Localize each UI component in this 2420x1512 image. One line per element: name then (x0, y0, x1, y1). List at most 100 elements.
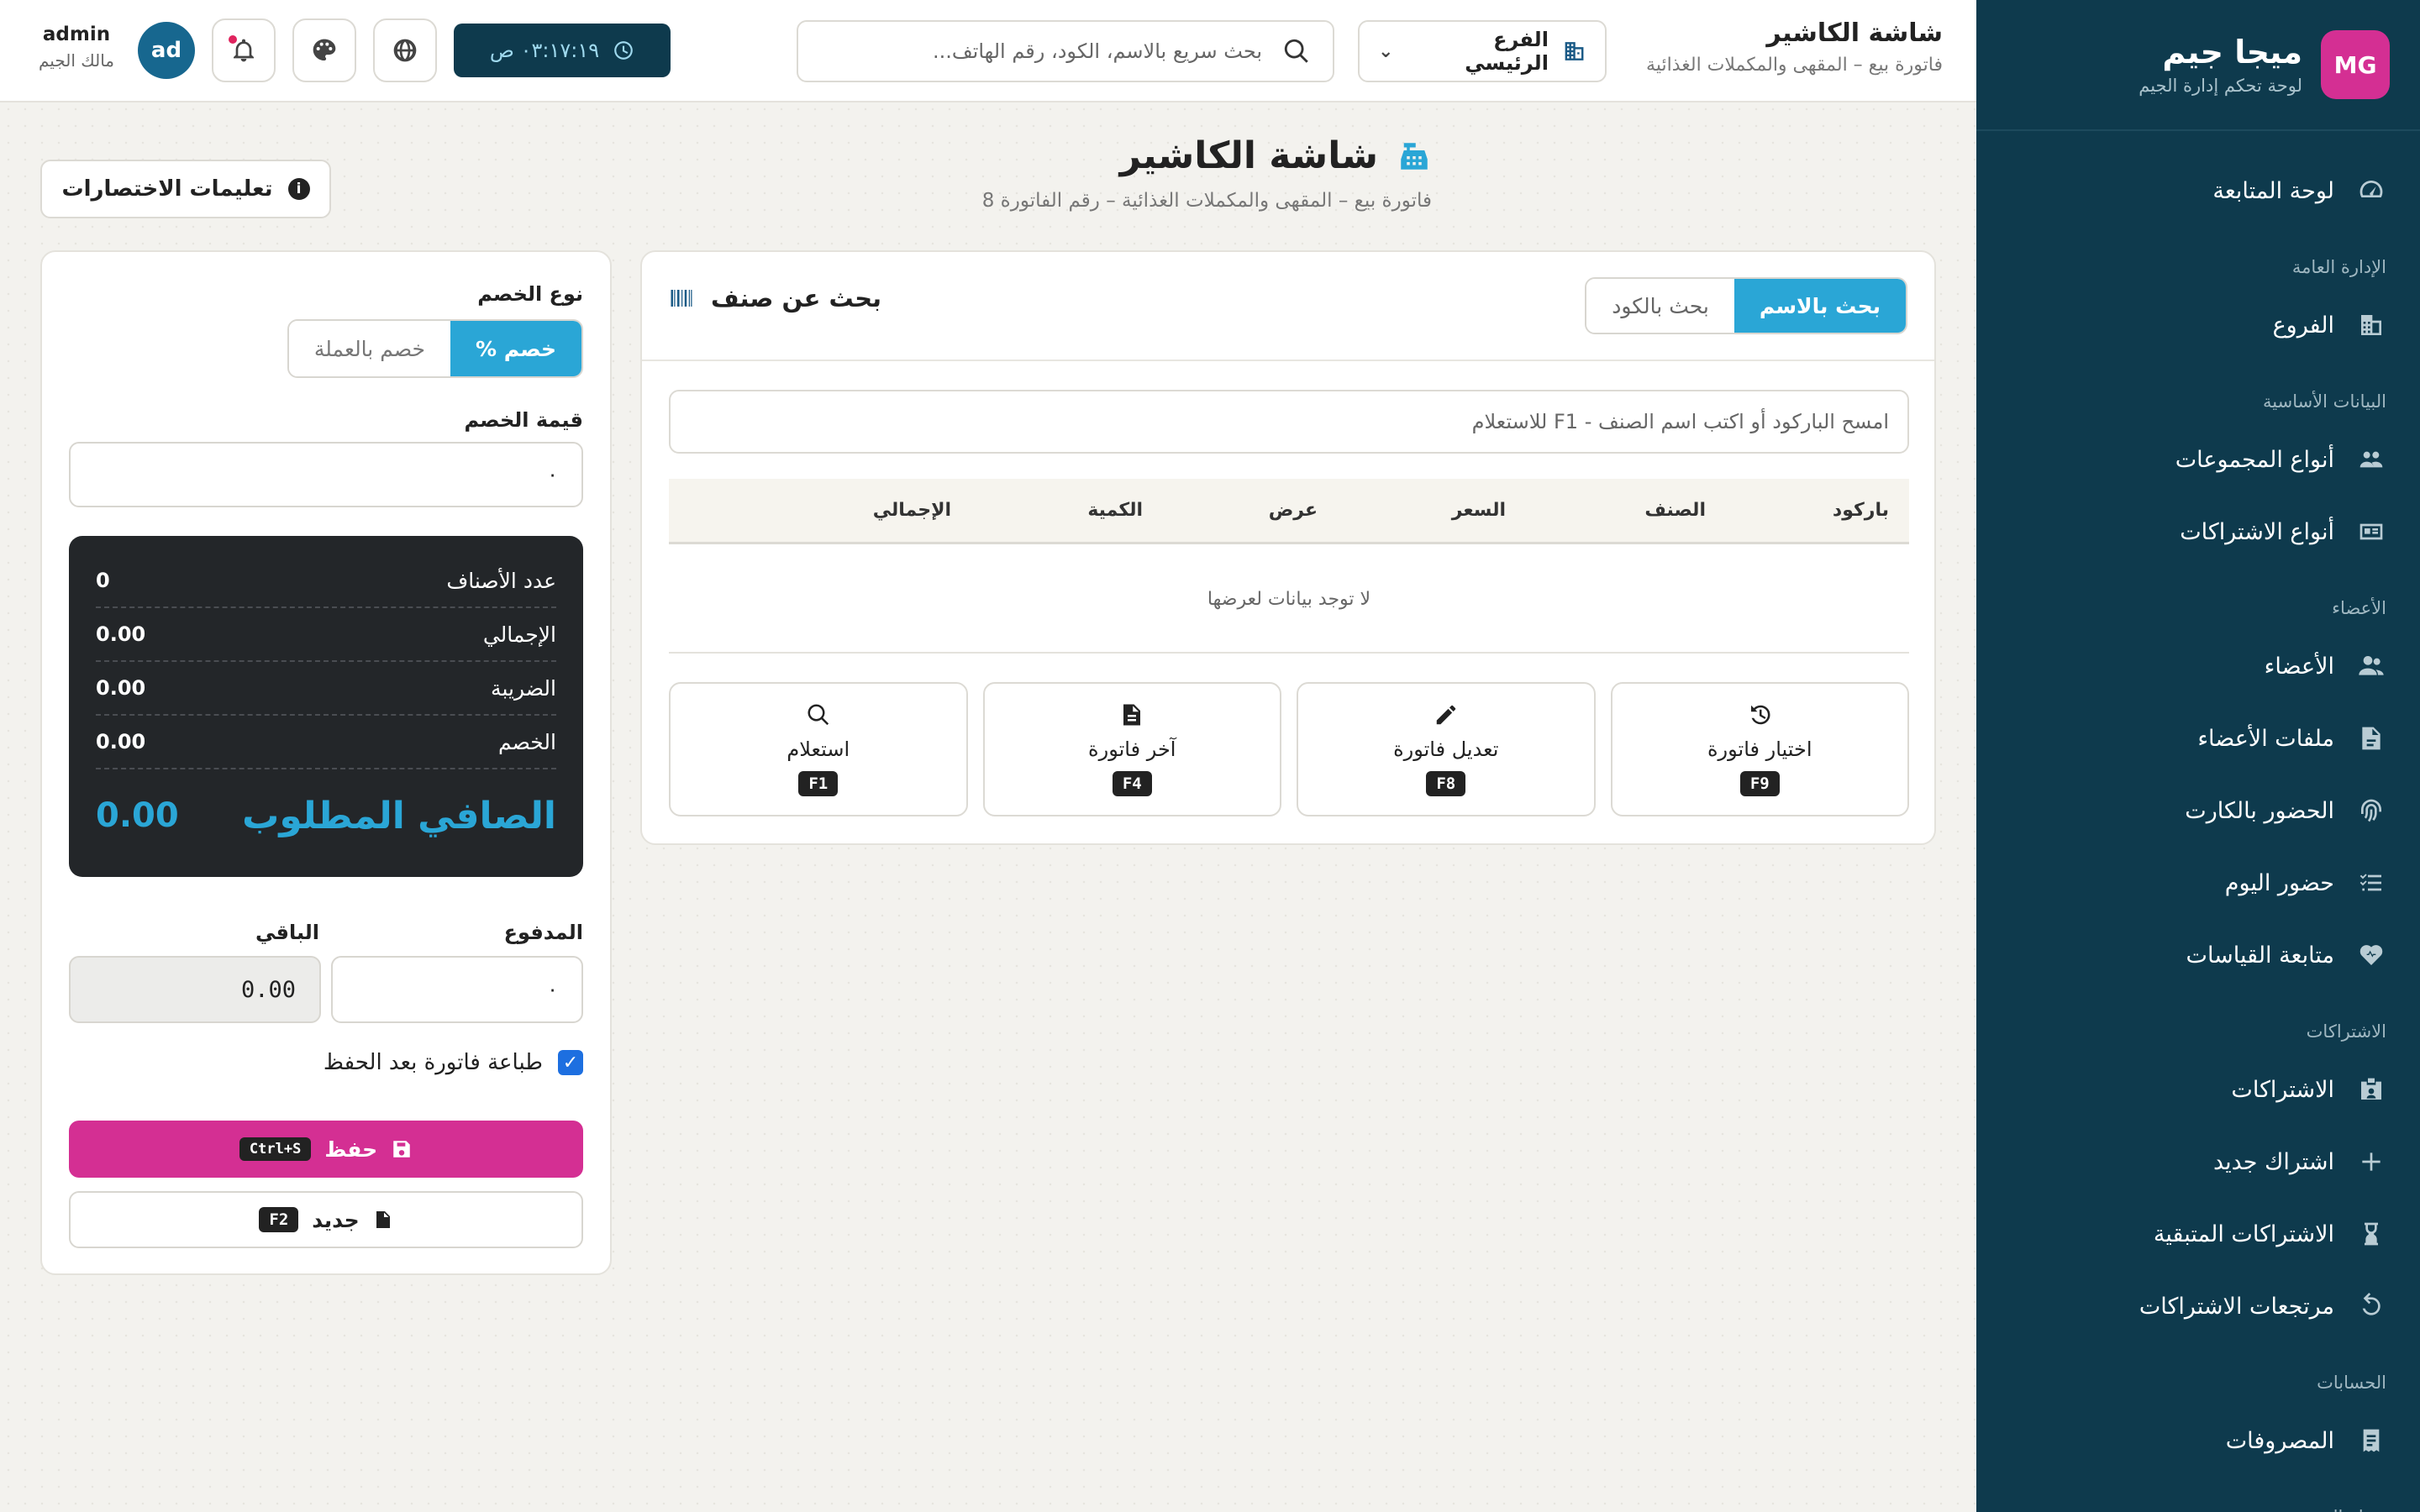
discount-percent-option[interactable]: خصم % (450, 321, 581, 376)
new-invoice-label: جديد (312, 1207, 360, 1232)
items-table-empty: لا توجد بيانات لعرضها (669, 546, 1909, 654)
tab-search-by-code[interactable]: بحث بالكود (1586, 279, 1734, 333)
summary-discount-label: الخصم (497, 729, 556, 754)
summary-net-label: الصافي المطلوب (242, 794, 556, 837)
sidebar-item[interactable]: ملفات الأعضاء (2010, 702, 2386, 774)
history-icon (1751, 705, 1770, 725)
discount-type-label: نوع الخصم (477, 282, 583, 306)
brand-logo: MG (2321, 30, 2390, 99)
save-button[interactable]: حفظ Ctrl+S (69, 1121, 583, 1178)
floppy-disk-icon (393, 1141, 410, 1158)
document-icon (1123, 704, 1141, 726)
topbar-title: شاشة الكاشير (1766, 18, 1943, 48)
inquiry-label: استعلام (786, 738, 850, 761)
print-after-save-option[interactable]: ✓ طباعة فاتورة بعد الحفظ (324, 1050, 583, 1075)
sidebar-item[interactable]: المصروفات (2010, 1404, 2386, 1477)
invoice-summary: عدد الأصناف 0 الإجمالي 0.00 الضريبة 0.00… (69, 536, 583, 877)
pencil-icon (1436, 705, 1455, 725)
item-search-input[interactable]: امسح الباركود أو اكتب اسم الصنف - F1 للا… (669, 390, 1909, 454)
new-invoice-button[interactable]: جديد F2 (69, 1191, 583, 1248)
shortcuts-help-button[interactable]: i تعليمات الاختصارات (40, 160, 331, 218)
discount-value: ٠ (547, 463, 558, 486)
plus-icon (2356, 1147, 2386, 1177)
avatar[interactable]: ad (138, 22, 195, 79)
gauge-icon (2356, 176, 2386, 206)
branch-label: الفرع الرئيسي (1465, 28, 1549, 75)
sidebar-item[interactable]: الاشتراكات المتبقية (2010, 1198, 2386, 1270)
tab-search-by-name[interactable]: بحث بالاسم (1733, 279, 1906, 333)
theme-button[interactable] (292, 18, 356, 82)
sidebar-item-label: لوحة المتابعة (2212, 177, 2334, 204)
inquiry-button[interactable]: استعلام F1 (669, 682, 968, 816)
sidebar-item[interactable]: متابعة القياسات (2010, 919, 2386, 991)
last-invoice-button[interactable]: آخر فاتورة F4 (982, 682, 1281, 816)
sidebar-item[interactable]: حضور اليوم (2010, 847, 2386, 919)
sidebar-item-label: مرتجعات الاشتراكات (2139, 1293, 2334, 1320)
item-search-title: بحث عن صنف (711, 284, 881, 312)
sidebar-item[interactable]: الفروع (2010, 289, 2386, 361)
remaining-output: 0.00 (69, 956, 321, 1023)
sidebar-item-label: الاشتراكات المتبقية (2153, 1221, 2334, 1247)
badge-icon (2356, 1074, 2386, 1105)
notifications-button[interactable] (212, 18, 276, 82)
shortcut-key: F1 (798, 771, 839, 796)
barcode-icon (671, 290, 692, 307)
global-search[interactable]: بحث سريع بالاسم، الكود، رقم الهاتف... (797, 20, 1334, 82)
invoice-actions: اختيار فاتورة F9 تعديل فاتورة F8 آخر فات… (669, 682, 1909, 816)
sidebar-item-label: المصروفات (2225, 1427, 2334, 1454)
language-button[interactable] (373, 18, 437, 82)
branch-select[interactable]: الفرع الرئيسي ⌄ (1358, 20, 1607, 82)
user-info[interactable]: admin مالك الجيم (30, 24, 123, 71)
paid-label: المدفوع (503, 921, 583, 944)
paid-input[interactable]: ٠ (331, 956, 583, 1023)
users-icon (2356, 651, 2386, 681)
search-mode-toggle: بحث بالاسم بحث بالكود (1585, 277, 1907, 334)
summary-tax-label: الضريبة (491, 675, 556, 701)
group-icon (2356, 444, 2386, 475)
fingerprint-icon (2356, 795, 2386, 826)
checkbox-checked-icon[interactable]: ✓ (558, 1050, 583, 1075)
sidebar-item[interactable]: أنواع المجموعات (2010, 423, 2386, 496)
discount-currency-option[interactable]: خصم بالعملة (288, 321, 450, 376)
user-name: admin (42, 24, 111, 45)
checkout-panel: نوع الخصم خصم % خصم بالعملة قيمة الخصم ٠… (40, 250, 612, 1275)
sidebar-item[interactable]: اشتراك جديد (2010, 1126, 2386, 1198)
topbar-title-block: شاشة الكاشير فاتورة بيع – المقهى والمكمل… (1646, 18, 1943, 76)
sidebar-section-heading: نقطة البيع (2010, 1477, 2386, 1512)
sidebar-item[interactable]: أنواع الاشتراكات (2010, 496, 2386, 568)
sidebar-item-label: الأعضاء (2264, 653, 2334, 680)
clock-time: ٠٣:١٧:١٩ ص (489, 39, 600, 62)
sidebar-item-label: حضور اليوم (2224, 869, 2334, 896)
summary-discount-value: 0.00 (96, 730, 146, 753)
sidebar-item[interactable]: مرتجعات الاشتراكات (2010, 1270, 2386, 1342)
hourglass-icon (2356, 1219, 2386, 1249)
select-invoice-label: اختيار فاتورة (1707, 738, 1812, 761)
edit-invoice-label: تعديل فاتورة (1393, 738, 1499, 761)
edit-invoice-button[interactable]: تعديل فاتورة F8 (1297, 682, 1596, 816)
page-subtitle: فاتورة بيع – المقهى والمكملات الغذائية –… (981, 190, 1432, 212)
sidebar-item-label: متابعة القياسات (2186, 942, 2334, 969)
sidebar-item[interactable]: الاشتراكات (2010, 1053, 2386, 1126)
file-icon (2356, 723, 2386, 753)
select-invoice-button[interactable]: اختيار فاتورة F9 (1610, 682, 1909, 816)
clock: ٠٣:١٧:١٩ ص (454, 24, 671, 77)
brand: MG ميجا جيم لوحة تحكم إدارة الجيم (1976, 0, 2420, 131)
summary-tax-value: 0.00 (96, 676, 146, 700)
sidebar-item[interactable]: الحضور بالكارت (2010, 774, 2386, 847)
info-icon: i (287, 178, 310, 200)
summary-total-value: 0.00 (96, 622, 146, 646)
discount-value-input[interactable]: ٠ (69, 442, 583, 507)
sidebar-item-label: الاشتراكات (2231, 1076, 2334, 1103)
column-total: الإجمالي (872, 500, 951, 521)
sidebar-section-heading: الأعضاء (2332, 598, 2386, 618)
sidebar-item-label: الحضور بالكارت (2185, 797, 2334, 824)
summary-tax: الضريبة 0.00 (96, 662, 556, 716)
sidebar-section-heading: الحسابات (2317, 1373, 2386, 1393)
sidebar-item[interactable]: لوحة المتابعة (2010, 155, 2386, 227)
discount-type-toggle: خصم % خصم بالعملة (287, 319, 583, 378)
sidebar-item[interactable]: الأعضاء (2010, 630, 2386, 702)
sidebar-item-label: اشتراك جديد (2212, 1148, 2334, 1175)
notification-dot (229, 35, 237, 44)
summary-net-value: 0.00 (96, 796, 179, 835)
column-offer: عرض (1268, 500, 1318, 521)
